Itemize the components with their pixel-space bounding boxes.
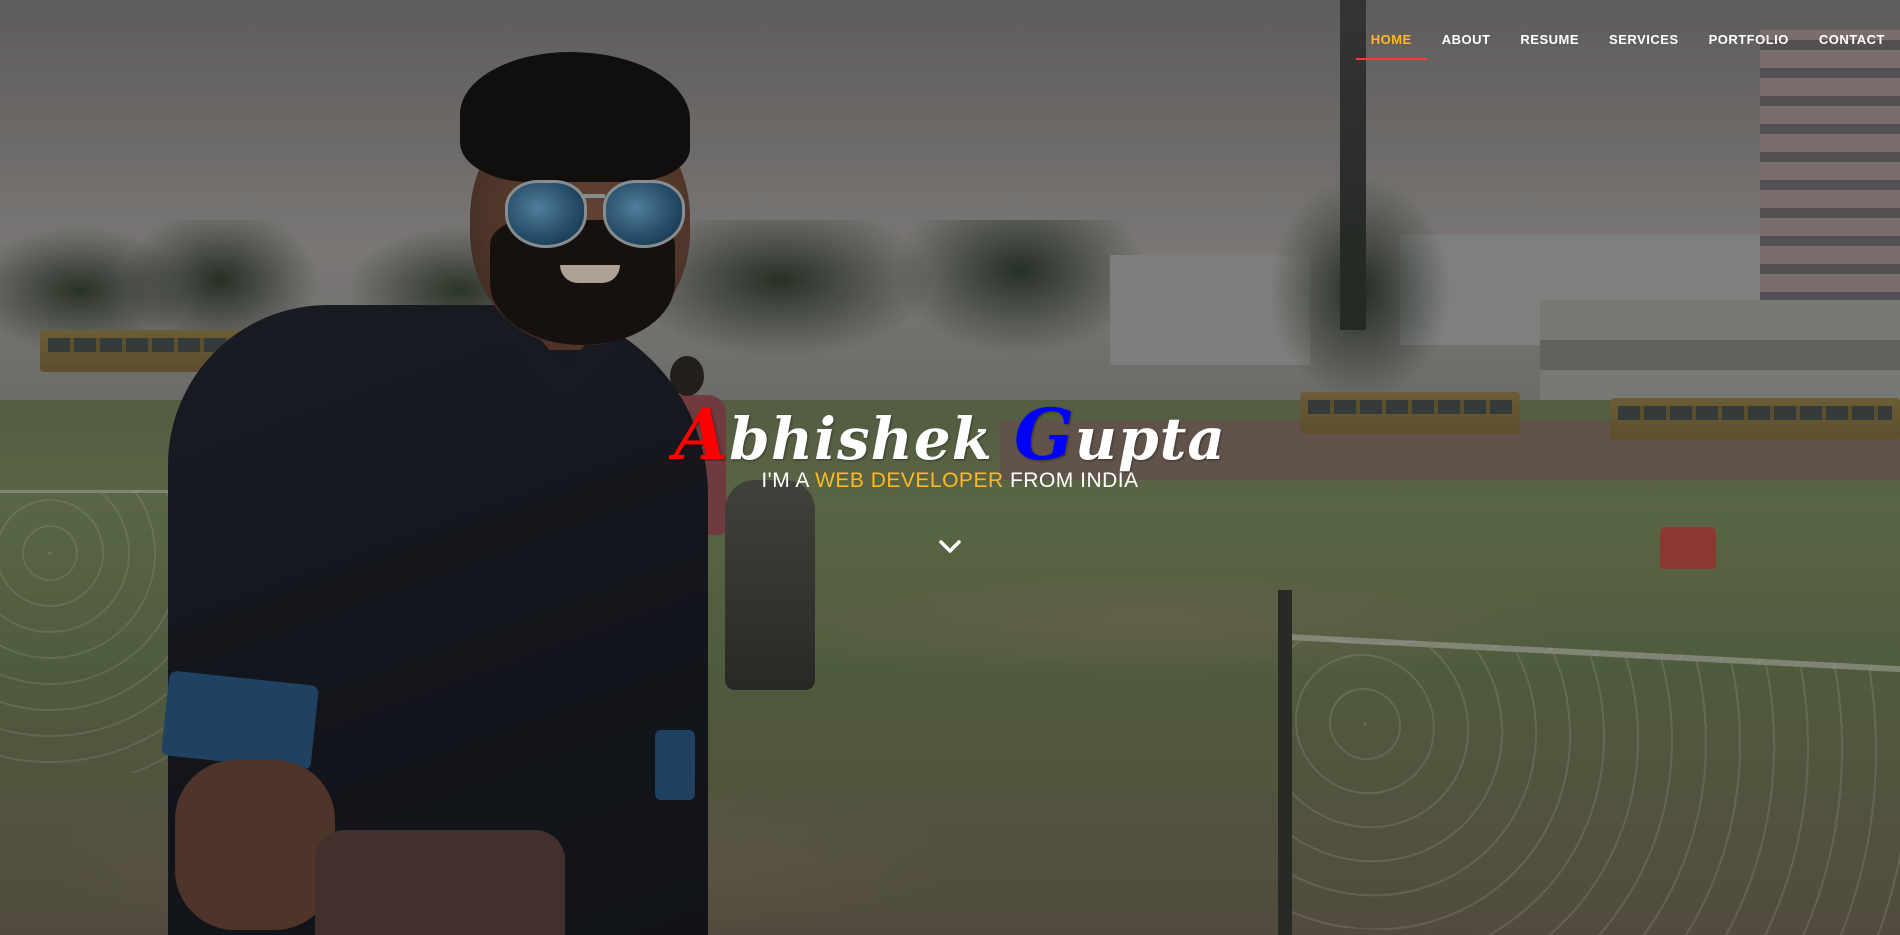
tagline-highlight: WEB DEVELOPER [815, 469, 1004, 492]
nav-item-portfolio[interactable]: PORTFOLIO [1694, 0, 1804, 60]
nav-item-about[interactable]: ABOUT [1427, 0, 1506, 60]
scroll-down-button[interactable] [935, 535, 965, 559]
hero-section: HOME ABOUT RESUME SERVICES PORTFOLIO CON… [0, 0, 1900, 935]
nav-item-resume[interactable]: RESUME [1505, 0, 1594, 60]
tagline-suffix: FROM INDIA [1009, 469, 1139, 492]
nav-item-services[interactable]: SERVICES [1594, 0, 1694, 60]
main-nav: HOME ABOUT RESUME SERVICES PORTFOLIO CON… [1355, 0, 1900, 64]
name-first-rest: bhishek [729, 404, 993, 473]
nav-item-home[interactable]: HOME [1355, 0, 1427, 60]
name-last-rest: upta [1074, 404, 1227, 473]
hero-name: Abhishek Gupta [0, 393, 1900, 476]
name-first-initial: A [673, 392, 730, 476]
name-last-initial: G [1014, 392, 1075, 476]
nav-item-contact[interactable]: CONTACT [1804, 0, 1900, 60]
chevron-down-icon [939, 540, 961, 553]
hero-tagline: I'M A WEB DEVELOPER FROM INDIA [0, 469, 1900, 493]
tagline-prefix: I'M A [761, 469, 809, 492]
